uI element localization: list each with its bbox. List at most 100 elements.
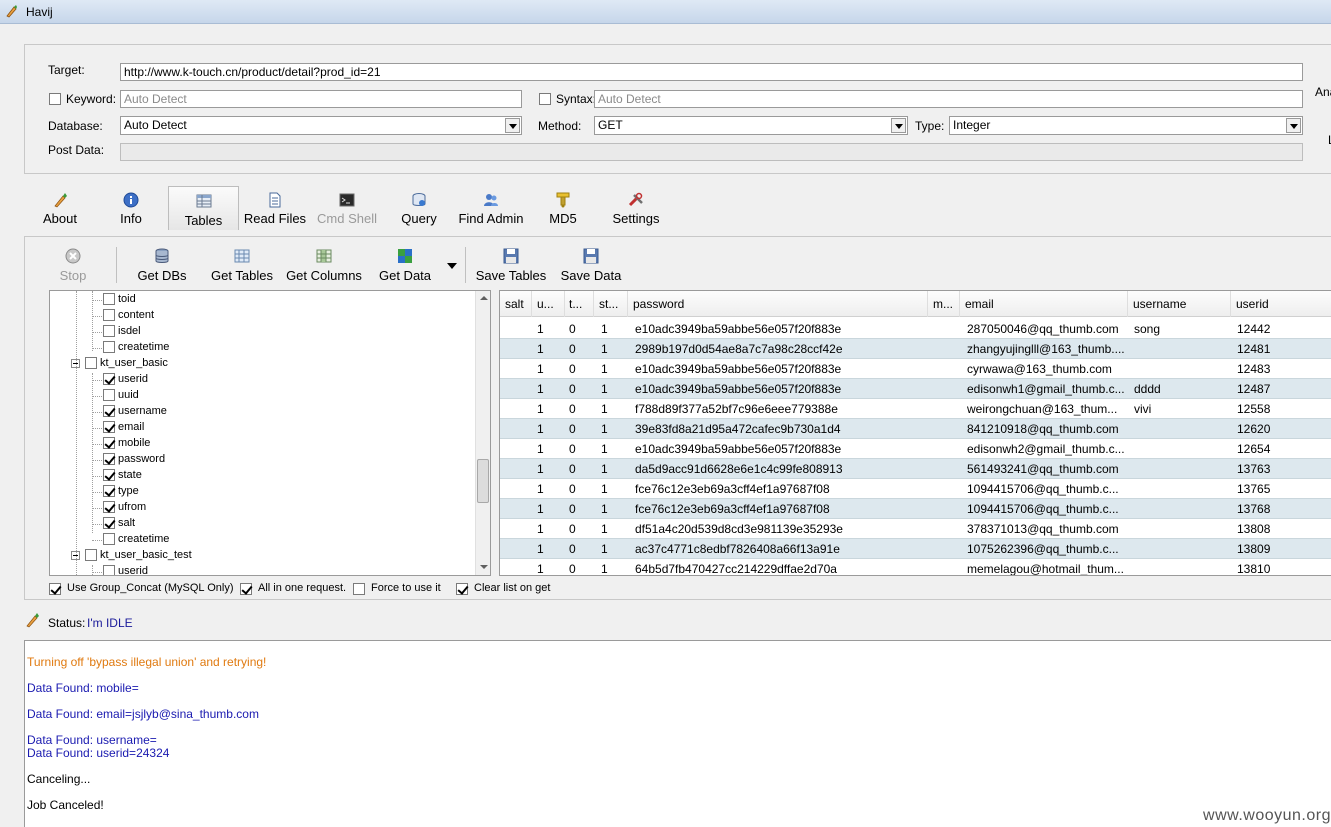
get-tables-button[interactable]: Get Tables — [209, 241, 275, 285]
column-header[interactable]: m... — [928, 291, 960, 317]
tree-checkbox[interactable] — [103, 389, 115, 402]
tree-checkbox[interactable] — [103, 437, 115, 450]
option-checkbox[interactable]: All in one request. — [240, 582, 346, 596]
tree-checkbox[interactable] — [103, 485, 115, 498]
column-header[interactable]: st... — [594, 291, 628, 317]
tree-item[interactable]: mobile — [103, 436, 150, 452]
column-header[interactable]: userid — [1231, 291, 1331, 317]
option-checkbox[interactable]: Clear list on get — [456, 582, 556, 596]
tree-checkbox[interactable] — [85, 357, 97, 370]
keyword-input[interactable]: Auto Detect — [120, 90, 522, 108]
syntax-input[interactable]: Auto Detect — [594, 90, 1303, 108]
column-header[interactable]: username — [1128, 291, 1231, 317]
tab-info[interactable]: Info — [108, 186, 154, 230]
table-row[interactable]: 1 0 1 df51a4c20d539d8cd3e981139e35293e 37837… — [500, 519, 1331, 539]
tree-item[interactable]: salt — [103, 516, 135, 532]
table-row[interactable]: 1 0 1 fce76c12e3eb69a3cff4ef1a97687f08 10944… — [500, 479, 1331, 499]
tree-item[interactable]: isdel — [103, 324, 141, 340]
chevron-down-icon[interactable] — [1286, 118, 1301, 133]
data-grid[interactable]: salt u... t... st... password m... email userna… — [499, 290, 1331, 576]
tree-checkbox[interactable] — [103, 501, 115, 514]
checkbox[interactable] — [456, 583, 468, 595]
column-header[interactable]: t... — [564, 291, 594, 317]
database-select[interactable]: Auto Detect — [120, 116, 522, 135]
type-select[interactable]: Integer — [949, 116, 1303, 135]
tree-checkbox[interactable] — [103, 341, 115, 354]
scroll-up-icon[interactable] — [476, 291, 490, 306]
tree-checkbox[interactable] — [103, 469, 115, 482]
tree-item[interactable]: email — [103, 420, 144, 436]
save-data-button[interactable]: Save Data — [559, 241, 623, 285]
tab-query[interactable]: Query — [394, 186, 444, 230]
get-columns-button[interactable]: Get Columns — [285, 241, 363, 285]
tree-checkbox[interactable] — [103, 565, 115, 575]
save-tables-button[interactable]: Save Tables — [475, 241, 547, 285]
tab-settings[interactable]: Settings — [604, 186, 668, 230]
tree-checkbox[interactable] — [103, 533, 115, 546]
table-tree[interactable]: toid content isdel createtime kt_user_basic u… — [49, 290, 491, 576]
tree-item[interactable]: password — [103, 452, 165, 468]
tree-item[interactable]: username — [103, 404, 167, 420]
tree-item[interactable]: state — [103, 468, 142, 484]
get-data-button[interactable]: Get Data — [375, 241, 435, 285]
checkbox[interactable] — [49, 583, 61, 595]
checkbox[interactable] — [240, 583, 252, 595]
chevron-down-icon[interactable] — [891, 118, 906, 133]
tree-checkbox[interactable] — [103, 309, 115, 322]
table-row[interactable]: 1 0 1 e10adc3949ba59abbe56e057f20f883e cyrwa… — [500, 359, 1331, 379]
tree-item[interactable]: kt_user_basic_test — [71, 548, 192, 564]
table-row[interactable]: 1 0 1 da5d9acc91d6628e6e1c4c99fe808913 56149… — [500, 459, 1331, 479]
table-row[interactable]: 1 0 1 e10adc3949ba59abbe56e057f20f883e ediso… — [500, 379, 1331, 399]
tree-item[interactable]: type — [103, 484, 139, 500]
tree-item[interactable]: createtime — [103, 532, 169, 548]
tab-find-admin[interactable]: Find Admin — [456, 186, 526, 230]
tab-md5[interactable]: MD5 — [541, 186, 585, 230]
tree-item[interactable]: userid — [103, 372, 148, 388]
get-data-dropdown-icon[interactable] — [447, 263, 457, 269]
column-header[interactable]: email — [960, 291, 1128, 317]
table-row[interactable]: 1 0 1 f788d89f377a52bf7c96e6eee779388e weiro… — [500, 399, 1331, 419]
tree-checkbox[interactable] — [85, 549, 97, 562]
tree-item[interactable]: uuid — [103, 388, 139, 404]
tree-item[interactable]: toid — [103, 292, 136, 308]
tree-checkbox[interactable] — [103, 517, 115, 530]
log-output[interactable]: Turning off 'bypass illegal union' and r… — [24, 640, 1331, 827]
tab-tables[interactable]: Tables — [168, 186, 239, 230]
column-header[interactable]: u... — [532, 291, 565, 317]
tree-checkbox[interactable] — [103, 405, 115, 418]
scroll-down-icon[interactable] — [476, 560, 490, 575]
keyword-checkbox[interactable] — [49, 93, 61, 105]
tree-item[interactable]: kt_user_basic — [71, 356, 168, 372]
tab-cmd-shell[interactable]: Cmd Shell — [314, 186, 380, 230]
column-header[interactable]: salt — [500, 291, 532, 317]
tab-about[interactable]: About — [34, 186, 86, 230]
table-row[interactable]: 1 0 1 39e83fd8a21d95a472cafec9b730a1d4 84121… — [500, 419, 1331, 439]
table-row[interactable]: 1 0 1 64b5d7fb470427cc214229dffae2d70a memel… — [500, 559, 1331, 575]
tree-item[interactable]: ufrom — [103, 500, 146, 516]
get-dbs-button[interactable]: Get DBs — [133, 241, 191, 285]
chevron-down-icon[interactable] — [505, 118, 520, 133]
tree-item[interactable]: createtime — [103, 340, 169, 356]
method-select[interactable]: GET — [594, 116, 908, 135]
tab-read-files[interactable]: Read Files — [242, 186, 308, 230]
column-header[interactable]: password — [628, 291, 928, 317]
tree-checkbox[interactable] — [103, 453, 115, 466]
tree-checkbox[interactable] — [103, 373, 115, 386]
table-row[interactable]: 1 0 1 e10adc3949ba59abbe56e057f20f883e ediso… — [500, 439, 1331, 459]
syntax-checkbox[interactable] — [539, 93, 551, 105]
checkbox[interactable] — [353, 583, 365, 595]
analyze-button-clipped[interactable]: Ana — [1315, 85, 1331, 99]
table-row[interactable]: 1 0 1 fce76c12e3eb69a3cff4ef1a97687f08 10944… — [500, 499, 1331, 519]
table-row[interactable]: 1 0 1 2989b197d0d54ae8a7c7a98c28ccf42e zhang… — [500, 339, 1331, 359]
scroll-thumb[interactable] — [477, 459, 489, 503]
option-checkbox[interactable]: Force to use it — [353, 582, 443, 596]
table-row[interactable]: 1 0 1 ac37c4771c8edbf7826408a66f13a91e 10752… — [500, 539, 1331, 559]
table-row[interactable]: 1 0 1 e10adc3949ba59abbe56e057f20f883e 28705… — [500, 319, 1331, 339]
tree-checkbox[interactable] — [103, 293, 115, 306]
tree-item[interactable]: content — [103, 308, 154, 324]
tree-item[interactable]: userid — [103, 564, 148, 575]
tree-checkbox[interactable] — [103, 325, 115, 338]
tree-checkbox[interactable] — [103, 421, 115, 434]
stop-button[interactable]: Stop — [53, 241, 93, 285]
target-input[interactable]: http://www.k-touch.cn/product/detail?pro… — [120, 63, 1303, 81]
